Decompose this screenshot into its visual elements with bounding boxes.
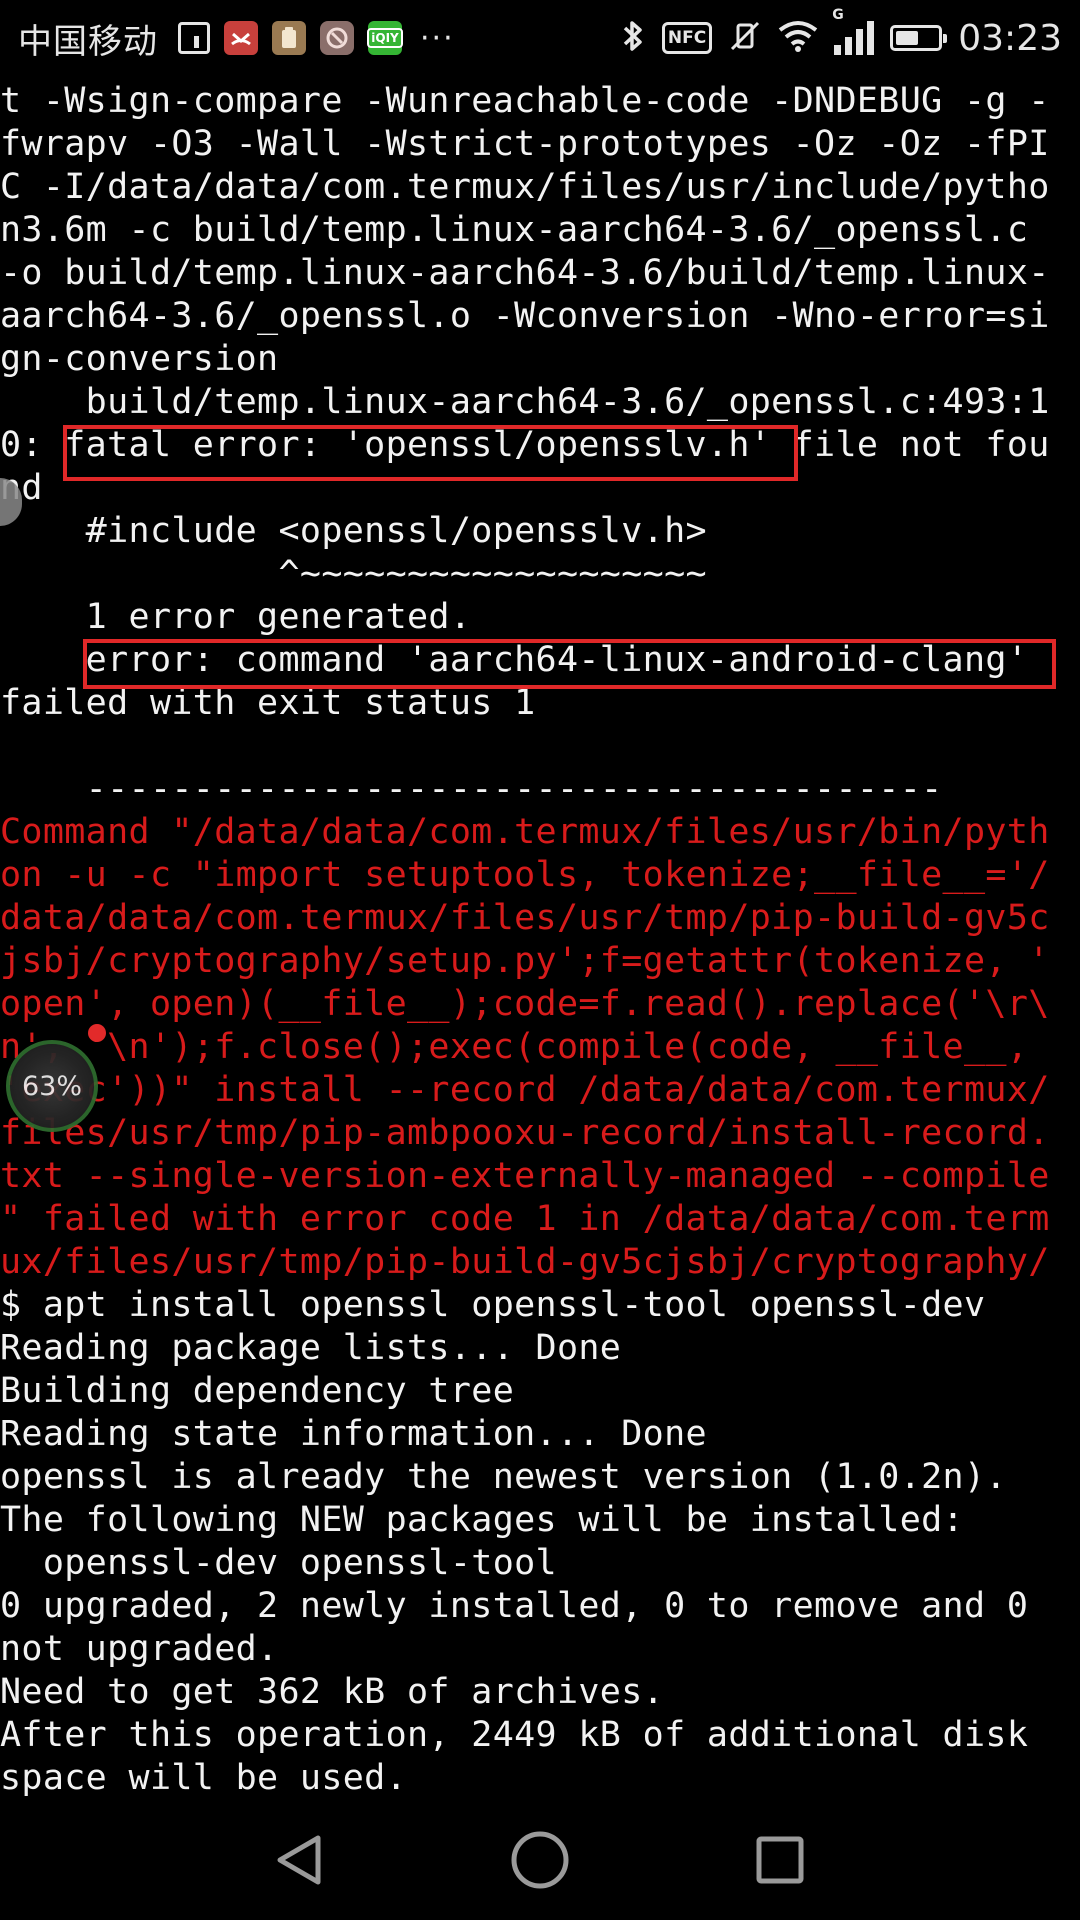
float-ball-label: 63% bbox=[21, 1070, 82, 1102]
terminal-line: -o build/temp.linux-aarch64-3.6/build/te… bbox=[0, 253, 1050, 293]
signal-icon: G bbox=[832, 7, 875, 55]
memory-boost-float-ball[interactable]: 63% bbox=[6, 1040, 98, 1132]
home-button[interactable] bbox=[480, 1800, 600, 1920]
vibrate-off-icon bbox=[728, 19, 762, 57]
terminal-line: Need to get 362 kB of archives. bbox=[0, 1672, 665, 1712]
status-bar-left: 中国移动 iQIY ··· bbox=[18, 0, 455, 76]
terminal-line: nd bbox=[0, 468, 43, 508]
clock: 03:23 bbox=[958, 17, 1062, 59]
terminal-error-line: 'exec'))" install --record /data/data/co… bbox=[0, 1070, 1050, 1110]
terminal-line: n3.6m -c build/temp.linux-aarch64-3.6/_o… bbox=[0, 210, 1050, 250]
terminal-line: Reading state information... Done bbox=[0, 1414, 707, 1454]
terminal-error-line: Command "/data/data/com.termux/files/usr… bbox=[0, 812, 1050, 852]
battery-level bbox=[896, 31, 919, 45]
terminal-error-line: " failed with error code 1 in /data/data… bbox=[0, 1199, 1050, 1239]
back-icon bbox=[277, 1835, 321, 1885]
terminal-line: 1 error generated. bbox=[0, 597, 472, 637]
terminal-line: space will be used. bbox=[0, 1758, 408, 1798]
iqiyi-label: iQIY bbox=[367, 28, 403, 48]
terminal-line: ^~~~~~~~~~~~~~~~~~~~ bbox=[0, 554, 707, 594]
terminal-line: Reading package lists... Done bbox=[0, 1328, 622, 1368]
terminal-line: $ apt install openssl openssl-tool opens… bbox=[0, 1285, 986, 1325]
terminal-line: failed with exit status 1 bbox=[0, 683, 536, 723]
bluetooth-icon bbox=[620, 18, 646, 58]
network-type-label: G bbox=[832, 7, 844, 23]
terminal-line: aarch64-3.6/_openssl.o -Wconversion -Wno… bbox=[0, 296, 1050, 336]
carrier-label: 中国移动 bbox=[18, 21, 158, 62]
terminal-output[interactable]: t -Wsign-compare -Wunreachable-code -DND… bbox=[0, 80, 1080, 1800]
terminal-error-line: open', open)(__file__);code=f.read().rep… bbox=[0, 984, 1050, 1024]
status-bar: 中国移动 iQIY ··· NFC G 03:23 bbox=[0, 0, 1080, 76]
terminal-error-line: txt --single-version-externally-managed … bbox=[0, 1156, 1050, 1196]
battery-icon bbox=[890, 25, 948, 51]
terminal-line: #include <openssl/opensslv.h> bbox=[0, 511, 707, 551]
terminal-line: openssl-dev openssl-tool bbox=[0, 1543, 557, 1583]
float-ball-badge bbox=[88, 1024, 106, 1042]
terminal-error-line: ux/files/usr/tmp/pip-build-gv5cjsbj/cryp… bbox=[0, 1242, 1050, 1282]
terminal-line: 0: fatal error: 'openssl/opensslv.h' fil… bbox=[0, 425, 1050, 465]
terminal-line: C -I/data/data/com.termux/files/usr/incl… bbox=[0, 167, 1050, 207]
terminal-error-line: jsbj/cryptography/setup.py';f=getattr(to… bbox=[0, 941, 1050, 981]
navigation-bar bbox=[0, 1800, 1080, 1920]
more-notifications-icon: ··· bbox=[420, 20, 455, 56]
recent-apps-button[interactable] bbox=[720, 1800, 840, 1920]
terminal-error-line: data/data/com.termux/files/usr/tmp/pip-b… bbox=[0, 898, 1050, 938]
phone-missed-icon bbox=[224, 21, 258, 55]
terminal-line: openssl is already the newest version (1… bbox=[0, 1457, 1007, 1497]
security-app-icon bbox=[320, 21, 354, 55]
wifi-icon bbox=[778, 20, 818, 56]
terminal-line: After this operation, 2449 kB of additio… bbox=[0, 1715, 1029, 1755]
terminal-line: t -Wsign-compare -Wunreachable-code -DND… bbox=[0, 81, 1050, 121]
clipboard-app-icon bbox=[272, 21, 306, 55]
recent-apps-icon bbox=[756, 1836, 804, 1884]
sim-card-icon bbox=[178, 22, 210, 54]
status-bar-right: NFC G 03:23 bbox=[620, 0, 1062, 76]
terminal-line: not upgraded. bbox=[0, 1629, 279, 1669]
iqiyi-app-icon: iQIY bbox=[367, 21, 403, 55]
back-button[interactable] bbox=[240, 1800, 360, 1920]
terminal-line: ---------------------------------------- bbox=[0, 769, 943, 809]
home-icon bbox=[511, 1831, 569, 1889]
terminal-error-line: on -u -c "import setuptools, tokenize;__… bbox=[0, 855, 1050, 895]
nfc-icon: NFC bbox=[661, 22, 713, 54]
terminal-line: 0 upgraded, 2 newly installed, 0 to remo… bbox=[0, 1586, 1029, 1626]
terminal-line: fwrapv -O3 -Wall -Wstrict-prototypes -Oz… bbox=[0, 124, 1050, 164]
terminal-line: Building dependency tree bbox=[0, 1371, 515, 1411]
terminal-line: The following NEW packages will be insta… bbox=[0, 1500, 964, 1540]
terminal-error-line: files/usr/tmp/pip-ambpooxu-record/instal… bbox=[0, 1113, 1050, 1153]
terminal-line: error: command 'aarch64-linux-android-cl… bbox=[0, 640, 1029, 680]
terminal-error-line: n', '\n');f.close();exec(compile(code, _… bbox=[0, 1027, 1029, 1067]
terminal-line: build/temp.linux-aarch64-3.6/_openssl.c:… bbox=[0, 382, 1050, 422]
terminal-line: gn-conversion bbox=[0, 339, 279, 379]
